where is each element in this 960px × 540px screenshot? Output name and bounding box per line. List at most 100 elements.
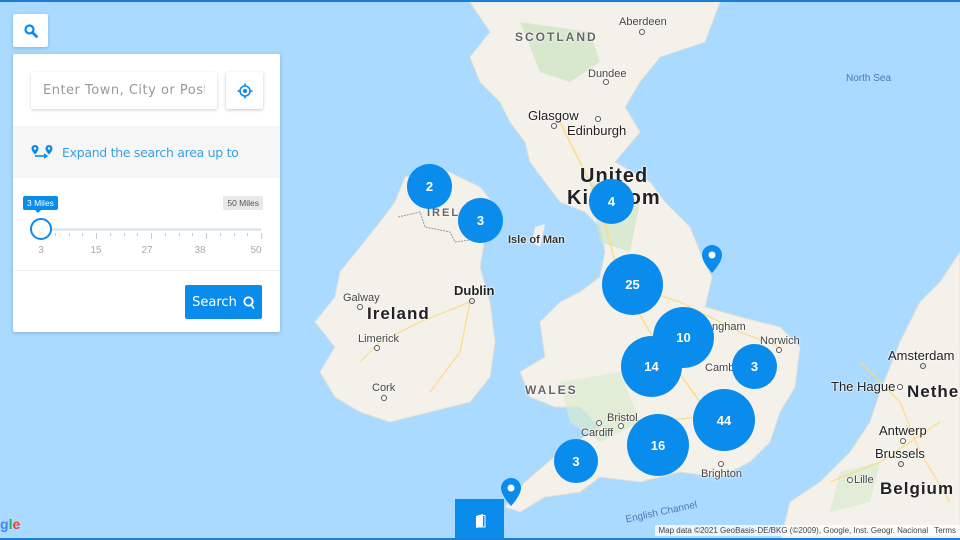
city-dot [595,116,601,122]
slider-tick [261,233,262,239]
cluster-marker[interactable]: 44 [693,389,755,451]
search-toggle-button[interactable] [13,14,48,47]
search-panel: Expand the search area up to 3 Miles 50 … [13,54,280,332]
slider-tick [219,233,221,236]
city-galway: Galway [343,292,380,304]
use-my-location-button[interactable] [226,72,263,109]
city-lille: Lille [854,474,874,486]
city-dot [639,29,645,35]
slider-tick [137,233,139,236]
city-dot [776,347,782,353]
slider-tick-label: 15 [90,245,102,256]
label-north-sea: North Sea [846,73,892,84]
city-nottingham: ngham [712,321,746,333]
slider-tick [68,233,70,236]
city-dot [596,420,602,426]
cluster-marker[interactable]: 2 [407,164,452,209]
cluster-marker[interactable]: 25 [602,254,663,315]
slider-max-badge: 50 Miles [223,196,263,210]
city-antwerp: Antwerp [879,423,927,438]
search-icon [243,295,255,309]
slider-handle[interactable] [30,218,52,240]
google-logo[interactable]: gle [0,516,20,532]
city-dot [603,79,609,85]
city-norwich: Norwich [760,335,800,347]
slider-tick [96,233,97,239]
city-brighton: Brighton [701,468,742,480]
slider-tick [109,233,111,236]
cluster-marker[interactable]: 16 [627,414,689,476]
search-row [31,72,263,109]
city-cork: Cork [372,382,396,394]
slider-tick-label: 3 [38,245,44,256]
slider-tick [123,233,125,236]
city-dot [920,363,926,369]
city-glasgow: Glasgow [528,108,579,123]
slider-tick [247,233,249,236]
label-wales: WALES [525,383,578,397]
slider-tick-label: 50 [250,245,262,256]
city-bristol: Bristol [607,412,638,424]
cluster-marker[interactable]: 14 [621,336,682,397]
city-dot [897,384,903,390]
cluster-marker[interactable]: 3 [458,198,503,243]
city-dot [381,395,387,401]
slider-value-badge: 3 Miles [23,196,58,213]
city-dot [469,298,475,304]
label-ireland: Ireland [367,304,430,323]
slider-tick [192,233,194,236]
location-search-input[interactable] [31,72,217,109]
terms-link[interactable]: Terms [934,526,956,535]
slider-tick-label: 27 [141,245,153,256]
city-dublin: Dublin [454,283,495,298]
label-scotland: SCOTLAND [515,30,598,44]
city-dot [847,477,853,483]
slider-tick-label: 38 [194,245,206,256]
slider-tick [164,233,166,236]
label-isle-of-man: Isle of Man [508,234,565,246]
cluster-marker[interactable]: 3 [732,344,777,389]
store-locator-app: SCOTLAND United Kingdom IREL Ireland WAL… [0,0,960,540]
city-dot [357,304,363,310]
city-brussels: Brussels [875,446,925,461]
expand-search-area-row: Expand the search area up to [13,126,280,178]
route-icon [31,145,53,159]
map-attribution: Map data ©2021 GeoBasis-DE/BKG (©2009), … [654,525,960,536]
divider [13,270,280,271]
slider-tick [178,233,180,236]
city-dot [718,461,724,467]
slider-tick [151,233,152,239]
slider-tick [206,233,207,239]
city-dot [551,123,557,129]
city-cambridge: Camb [705,362,735,374]
list-view-toggle-button[interactable] [455,499,504,538]
search-button[interactable]: Search [185,285,262,319]
city-dundee: Dundee [588,68,627,80]
city-edinburgh: Edinburgh [567,123,627,138]
city-dot [374,345,380,351]
city-dot [900,438,906,444]
slider-tick [82,233,84,236]
search-icon [23,23,38,38]
city-amsterdam: Amsterdam [888,348,955,363]
city-aberdeen: Aberdeen [619,16,667,28]
radius-slider: 3 Miles 50 Miles 3 15 27 38 50 [13,178,280,270]
city-cardiff: Cardiff [581,427,614,439]
search-button-label: Search [192,294,237,310]
slider-tick [233,233,235,236]
location-pin-icon[interactable] [501,478,521,506]
slider-tick [54,233,56,236]
city-the-hague: The Hague [831,379,896,394]
crosshair-icon [237,83,252,98]
label-belgium: Belgium [880,479,955,498]
cluster-marker[interactable]: 3 [554,439,598,483]
city-limerick: Limerick [358,333,399,345]
location-pin-icon[interactable] [702,245,722,273]
attribution-text: Map data ©2021 GeoBasis-DE/BKG (©2009), … [658,526,929,535]
slider-track[interactable] [41,228,261,231]
cluster-marker[interactable]: 4 [589,179,634,224]
city-dot [898,461,904,467]
label-netherlands: Nether [907,382,960,401]
document-icon [475,513,485,528]
city-dot [618,423,624,429]
